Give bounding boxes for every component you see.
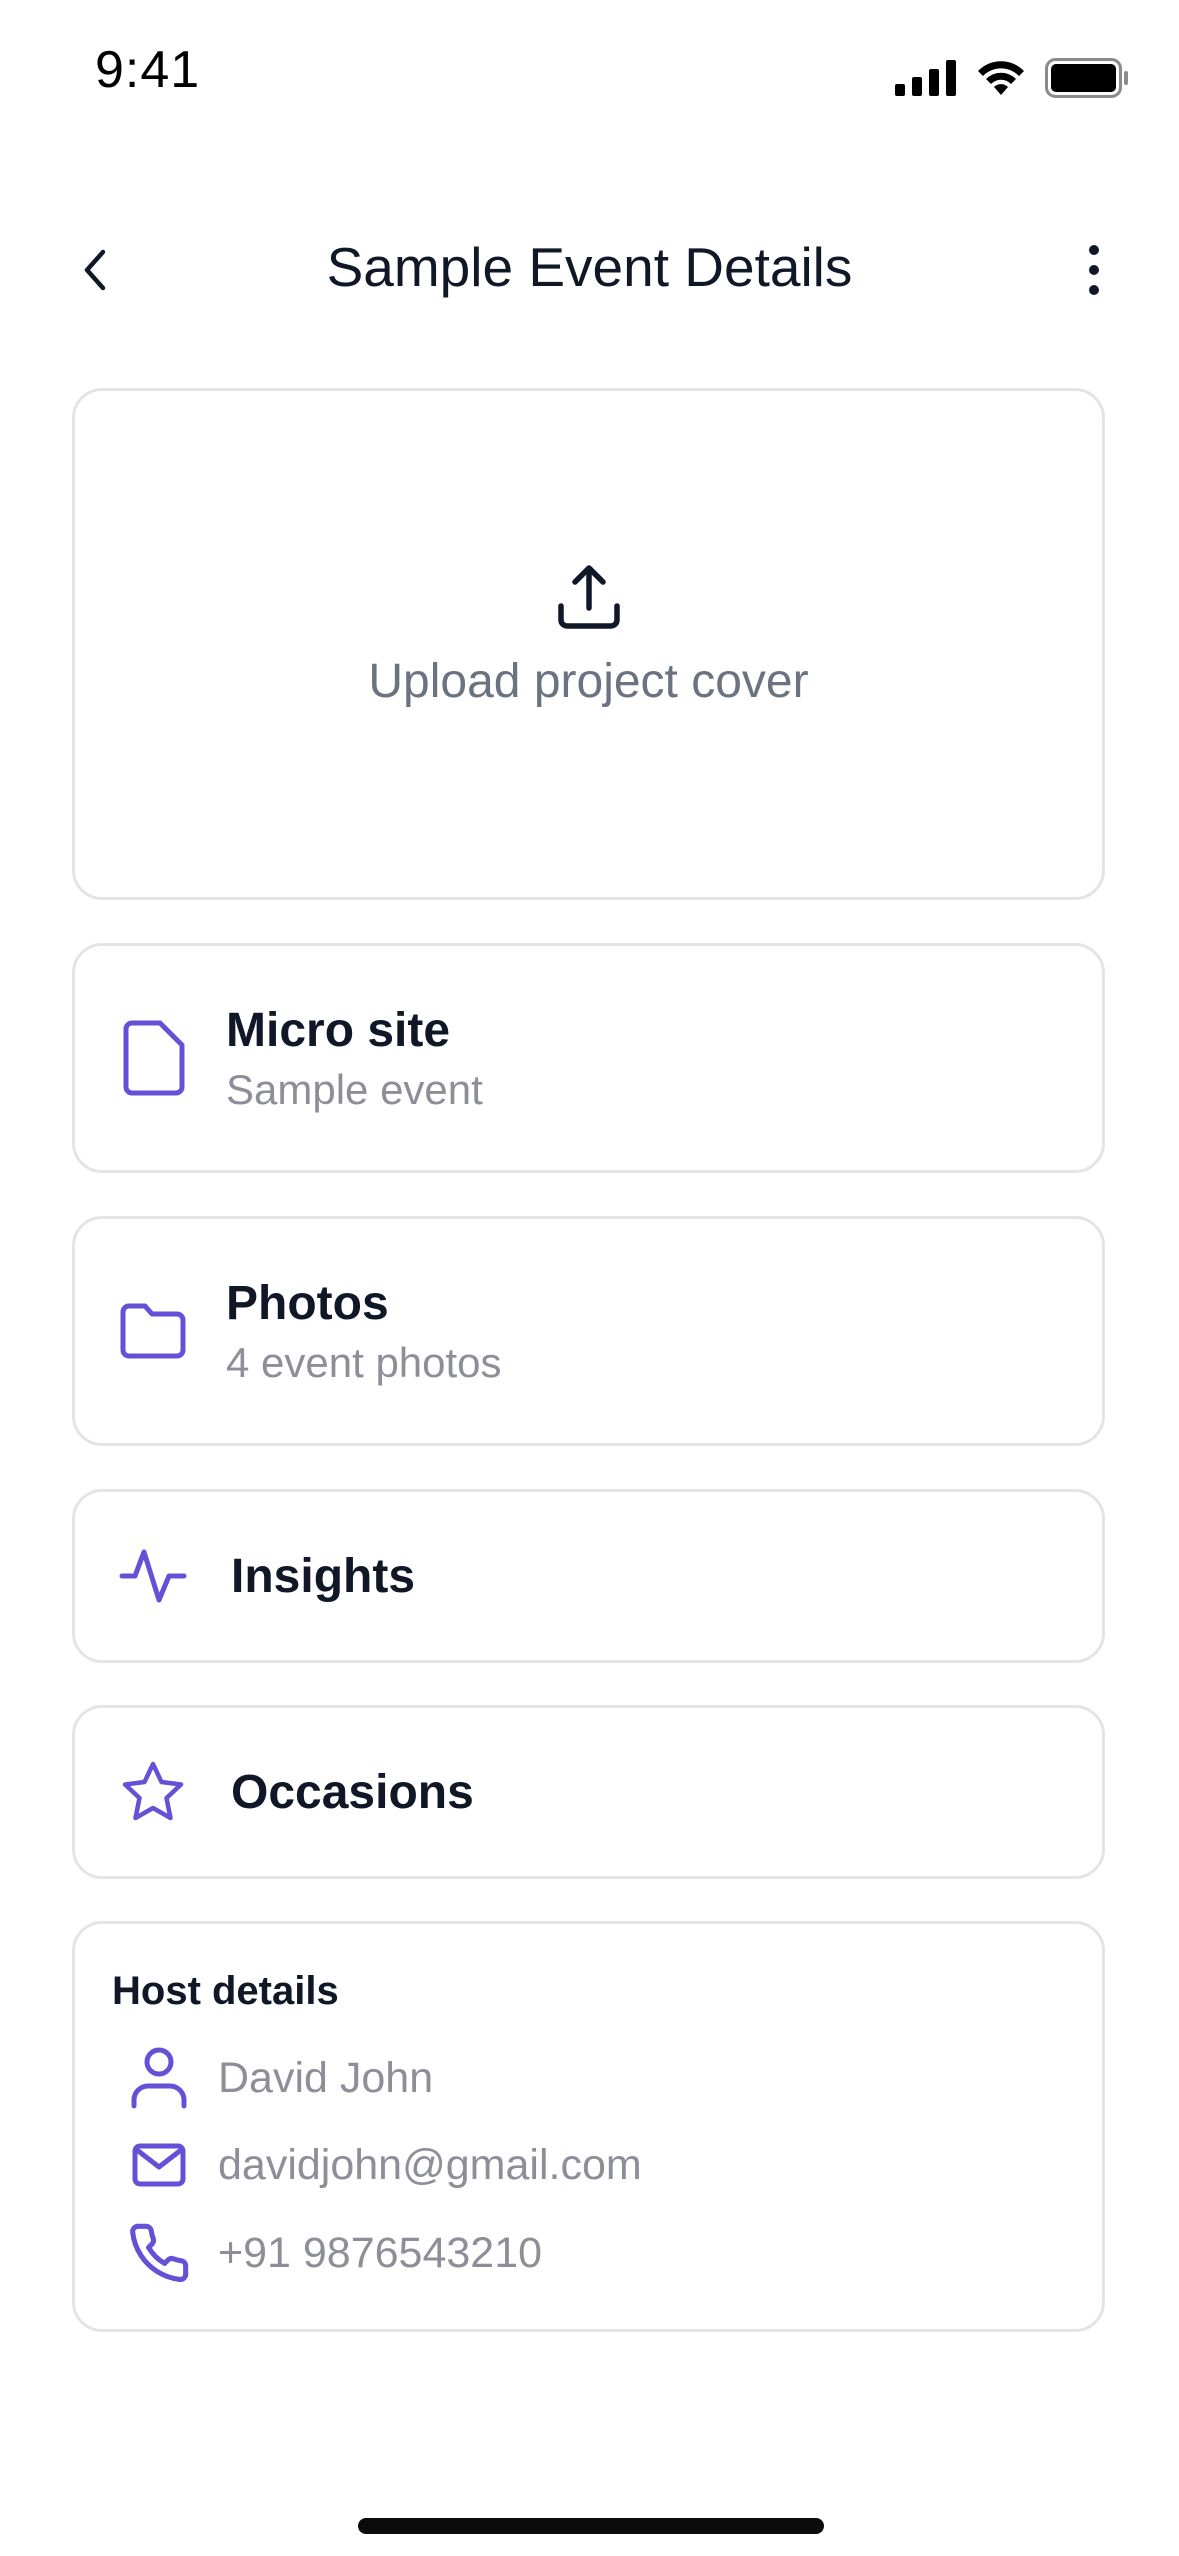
host-email-row: davidjohn@gmail.com [125, 2131, 642, 2199]
insights-title: Insights [231, 1549, 416, 1603]
file-icon [115, 1020, 191, 1096]
more-vertical-icon [1089, 245, 1099, 295]
phone-icon [125, 2219, 193, 2287]
upload-cover-card[interactable]: Upload project cover [72, 388, 1105, 900]
status-icons [895, 55, 1129, 105]
insights-card[interactable]: Insights [72, 1489, 1105, 1663]
photos-card[interactable]: Photos 4 event photos [72, 1216, 1105, 1446]
upload-icon [557, 564, 620, 629]
user-icon [125, 2044, 193, 2112]
upload-cover-label: Upload project cover [368, 654, 809, 708]
status-time: 9:41 [95, 41, 201, 99]
micro-site-card[interactable]: Micro site Sample event [72, 943, 1105, 1173]
host-name: David John [218, 2053, 434, 2102]
folder-icon [115, 1293, 191, 1369]
host-details-title: Host details [112, 1969, 339, 2013]
page-title: Sample Event Details [326, 236, 853, 298]
micro-site-subtitle: Sample event [226, 1065, 483, 1113]
host-phone-row: +91 9876543210 [125, 2219, 542, 2287]
host-details-card: Host details David John davidjohn@gmail.… [72, 1921, 1105, 2332]
cellular-signal-icon [895, 59, 957, 101]
home-indicator [358, 2518, 824, 2534]
occasions-card[interactable]: Occasions [72, 1705, 1105, 1879]
nav-bar: Sample Event Details [0, 215, 1179, 325]
battery-icon [1045, 57, 1129, 103]
star-icon [115, 1754, 191, 1830]
host-name-row: David John [125, 2044, 433, 2112]
occasions-title: Occasions [231, 1765, 474, 1819]
activity-icon [115, 1538, 191, 1614]
status-bar: 9:41 [0, 0, 1179, 150]
wifi-icon [975, 59, 1027, 102]
host-email[interactable]: davidjohn@gmail.com [218, 2141, 642, 2190]
photos-title: Photos [226, 1276, 389, 1330]
photos-subtitle: 4 event photos [226, 1338, 502, 1386]
host-phone[interactable]: +91 9876543210 [218, 2229, 542, 2278]
more-options-button[interactable] [1064, 240, 1124, 300]
mail-icon [125, 2131, 193, 2199]
micro-site-title: Micro site [226, 1003, 451, 1057]
